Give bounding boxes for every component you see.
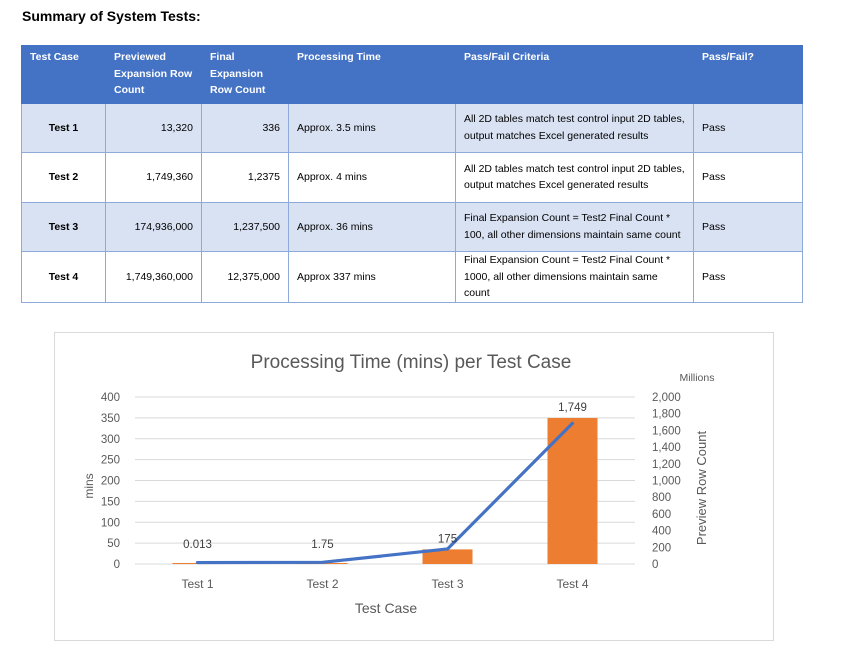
chart-title: Processing Time (mins) per Test Case (251, 352, 572, 373)
y2-axis-title: Preview Row Count (694, 431, 709, 546)
cell-criteria: All 2D tables match test control input 2… (455, 152, 694, 203)
cell-previewed-count: 1,749,360 (105, 152, 202, 203)
x-tick-label: Test 1 (181, 577, 213, 591)
col-header-test-case: Test Case (21, 45, 106, 104)
col-header-criteria: Pass/Fail Criteria (455, 45, 694, 104)
table-header-row: Test Case Previewed Expansion Row Count … (21, 45, 803, 104)
table-row: Test 4 1,749,360,000 12,375,000 Approx 3… (21, 251, 803, 303)
cell-pass-fail: Pass (693, 201, 803, 252)
table-row: Test 3 174,936,000 1,237,500 Approx. 36 … (21, 201, 803, 252)
x-tick-label: Test 3 (431, 577, 463, 591)
y2-tick-label: 1,200 (652, 459, 681, 471)
y2-tick-label: 0 (652, 559, 658, 571)
y-tick-label: 150 (101, 496, 120, 508)
table-row: Test 1 13,320 336 Approx. 3.5 mins All 2… (21, 102, 803, 153)
cell-processing-time: Approx. 3.5 mins (288, 102, 456, 153)
bar-data-label: 0.013 (183, 539, 212, 551)
series-line (195, 421, 575, 565)
y-axis-title: mins (82, 473, 96, 498)
y2-tick-label: 200 (652, 542, 671, 554)
cell-test-case: Test 3 (21, 201, 106, 252)
col-header-final-count: Final Expansion Row Count (201, 45, 289, 104)
y2-tick-label: 800 (652, 492, 671, 504)
cell-pass-fail: Pass (693, 102, 803, 153)
cell-final-count: 336 (201, 102, 289, 153)
cell-previewed-count: 1,749,360,000 (105, 251, 202, 303)
cell-processing-time: Approx 337 mins (288, 251, 456, 303)
bar-data-label: 175 (438, 533, 457, 545)
y-tick-label: 0 (114, 559, 120, 571)
y-tick-label: 350 (101, 413, 120, 425)
y-tick-label: 100 (101, 517, 120, 529)
y2-tick-label: 1,000 (652, 476, 681, 488)
cell-final-count: 12,375,000 (201, 251, 289, 303)
col-header-previewed-count: Previewed Expansion Row Count (105, 45, 202, 104)
y-tick-label: 200 (101, 476, 120, 488)
y2-tick-label: 2,000 (652, 392, 681, 404)
cell-final-count: 1,237,500 (201, 201, 289, 252)
cell-criteria: Final Expansion Count = Test2 Final Coun… (455, 201, 694, 252)
chart-canvas: Processing Time (mins) per Test Case Mil… (82, 352, 715, 616)
cell-test-case: Test 2 (21, 152, 106, 203)
cell-pass-fail: Pass (693, 152, 803, 203)
cell-test-case: Test 4 (21, 251, 106, 303)
y-tick-label: 400 (101, 392, 120, 404)
y2-tick-label: 1,400 (652, 442, 681, 454)
cell-previewed-count: 13,320 (105, 102, 202, 153)
x-axis-title: Test Case (355, 600, 417, 616)
cell-test-case: Test 1 (21, 102, 106, 153)
processing-time-chart: Processing Time (mins) per Test Case Mil… (54, 332, 774, 641)
bar-data-label: 1,749 (558, 402, 587, 414)
cell-criteria: Final Expansion Count = Test2 Final Coun… (455, 251, 694, 303)
col-header-processing-time: Processing Time (288, 45, 456, 104)
cell-processing-time: Approx. 36 mins (288, 201, 456, 252)
y2-tick-label: 1,600 (652, 425, 681, 437)
x-tick-label: Test 2 (306, 577, 338, 591)
system-tests-table: Test Case Previewed Expansion Row Count … (21, 45, 803, 303)
y2-tick-label: 600 (652, 509, 671, 521)
x-tick-label: Test 4 (556, 577, 588, 591)
table-row: Test 2 1,749,360 1,2375 Approx. 4 mins A… (21, 152, 803, 203)
y-tick-label: 50 (107, 538, 120, 550)
y2-tick-label: 1,800 (652, 409, 681, 421)
cell-pass-fail: Pass (693, 251, 803, 303)
document-title: Summary of System Tests: (22, 8, 201, 24)
cell-criteria: All 2D tables match test control input 2… (455, 102, 694, 153)
col-header-pass-fail: Pass/Fail? (693, 45, 803, 104)
cell-processing-time: Approx. 4 mins (288, 152, 456, 203)
bar-data-label: 1.75 (311, 539, 333, 551)
cell-final-count: 1,2375 (201, 152, 289, 203)
cell-previewed-count: 174,936,000 (105, 201, 202, 252)
y2-unit-label: Millions (679, 372, 714, 384)
y2-tick-label: 400 (652, 526, 671, 538)
y-tick-label: 250 (101, 455, 120, 467)
y-tick-label: 300 (101, 434, 120, 446)
